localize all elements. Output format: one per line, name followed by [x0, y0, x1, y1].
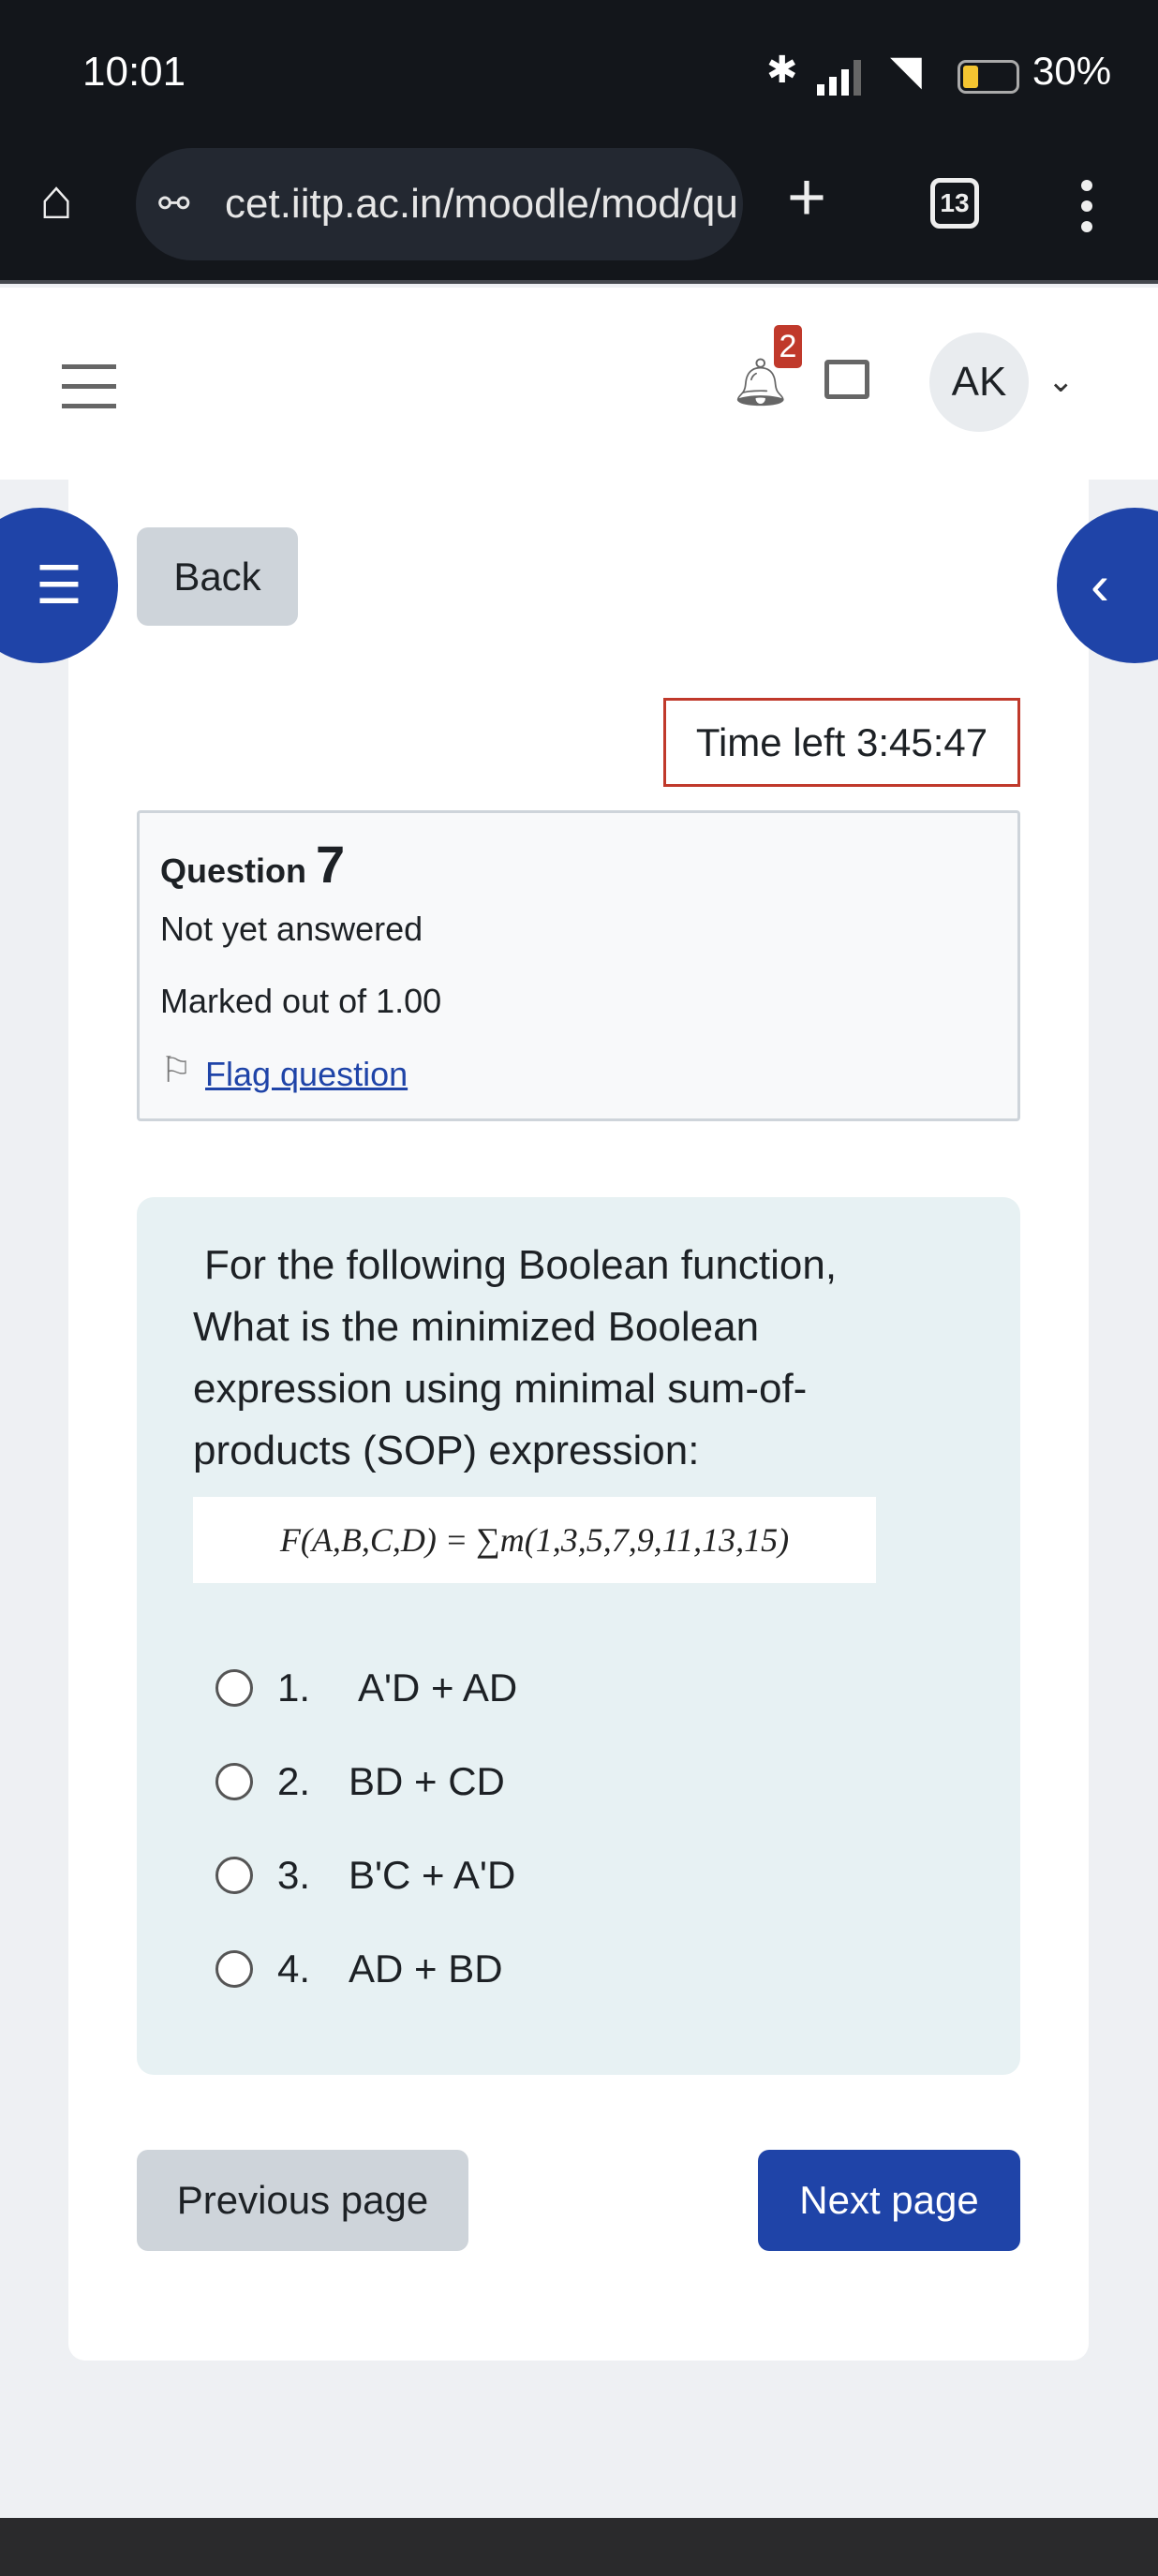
new-tab-icon[interactable]: +: [787, 159, 826, 236]
notification-badge: 2: [774, 325, 802, 368]
option-text: AD + BD: [349, 1947, 503, 1991]
messages-icon[interactable]: [824, 360, 869, 399]
question-content: For the following Boolean function, What…: [137, 1197, 1020, 2075]
back-button[interactable]: Back: [137, 527, 298, 626]
radio-button[interactable]: [215, 1669, 253, 1707]
menu-icon[interactable]: [1081, 180, 1092, 232]
status-bar: 10:01 ✱ ◥ 30%: [0, 0, 1158, 141]
url-text: cet.iitp.ac.in/moodle/mod/qu: [225, 181, 738, 227]
signal-icon: [817, 58, 861, 96]
option-2[interactable]: 2. BD + CD: [215, 1759, 505, 1804]
question-state: Not yet answered: [160, 910, 423, 948]
option-text: B'C + A'D: [349, 1853, 516, 1897]
quiz-timer: Time left 3:45:47: [663, 698, 1020, 787]
status-time: 10:01: [82, 49, 186, 95]
option-text: BD + CD: [349, 1759, 505, 1803]
option-1[interactable]: 1. A'D + AD: [215, 1666, 517, 1710]
question-marks: Marked out of 1.00: [160, 982, 442, 1020]
previous-page-button[interactable]: Previous page: [137, 2150, 468, 2251]
bottom-navigation-bar: [0, 2518, 1158, 2576]
site-settings-icon[interactable]: ⚯: [158, 148, 190, 260]
option-4[interactable]: 4. AD + BD: [215, 1947, 503, 1991]
question-info: Question 7 Not yet answered Marked out o…: [137, 810, 1020, 1121]
browser-toolbar: ⌂ ⚯ cet.iitp.ac.in/moodle/mod/qu + 13: [0, 141, 1158, 284]
avatar[interactable]: AK: [929, 333, 1029, 432]
question-label: Question: [160, 851, 307, 890]
url-bar[interactable]: ⚯ cet.iitp.ac.in/moodle/mod/qu: [136, 148, 743, 260]
chevron-down-icon[interactable]: ⌄: [1047, 363, 1075, 400]
option-text: A'D + AD: [358, 1666, 518, 1710]
flag-question-link[interactable]: Flag question: [205, 1055, 408, 1094]
bluetooth-icon: ✱: [766, 50, 798, 91]
home-icon[interactable]: ⌂: [39, 167, 73, 231]
radio-button[interactable]: [215, 1857, 253, 1894]
battery-percent: 30%: [1032, 49, 1112, 93]
next-page-button[interactable]: Next page: [758, 2150, 1020, 2251]
flag-icon[interactable]: ⚐: [160, 1049, 192, 1091]
wifi-icon: ◥: [890, 48, 922, 94]
site-header: 🔔︎ 2 AK ⌄: [0, 288, 1158, 480]
radio-button[interactable]: [215, 1950, 253, 1988]
question-text: For the following Boolean function, What…: [193, 1242, 838, 1473]
radio-button[interactable]: [215, 1763, 253, 1800]
tab-switcher-button[interactable]: 13: [930, 178, 979, 229]
option-3[interactable]: 3. B'C + A'D: [215, 1853, 515, 1898]
question-number: 7: [316, 835, 346, 894]
formula-image: F(A,B,C,D) = ∑m(1,3,5,7,9,11,13,15): [193, 1497, 876, 1583]
battery-icon: [958, 60, 1019, 94]
hamburger-menu-icon[interactable]: [62, 364, 116, 408]
